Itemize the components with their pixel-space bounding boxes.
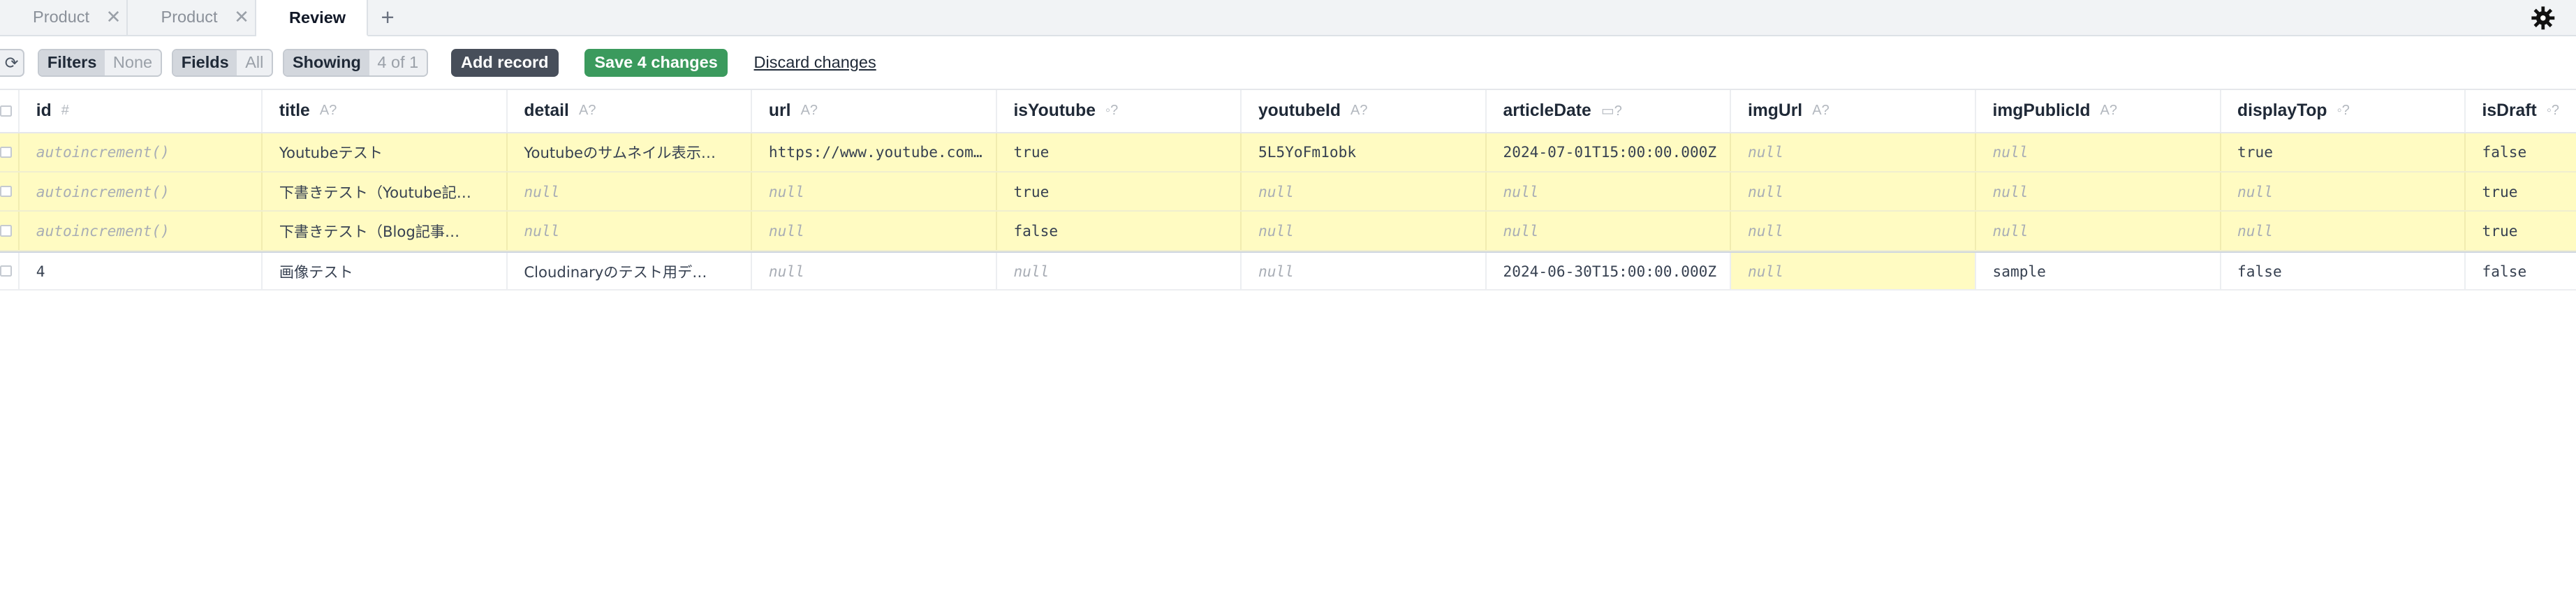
column-header-displaytop[interactable]: displayTop ◦? [2221, 90, 2466, 132]
column-header-url[interactable]: url A? [752, 90, 997, 132]
cell-isyoutube[interactable]: false [997, 212, 1242, 250]
prisma-studio-window: Product ✕ Product ✕ Review + ⟳ Filters N… [0, 0, 2576, 301]
cell-isdraft[interactable]: true [2466, 212, 2576, 249]
toolbar: ⟳ Filters None Fields All Showing 4 of 1… [0, 36, 2576, 91]
cell-title[interactable]: 下書きテスト（Youtube記… [263, 172, 508, 211]
cell-detail[interactable]: null [508, 172, 753, 211]
cell-articledate[interactable]: 2024-07-01T15:00:00.000Z [1487, 133, 1732, 171]
cell-articledate[interactable]: 2024-06-30T15:00:00.000Z [1487, 252, 1732, 290]
filters-label: Filters [39, 50, 105, 75]
cell-youtubeid[interactable]: null [1242, 252, 1487, 290]
column-header-id[interactable]: id # [20, 90, 263, 132]
table-row[interactable]: 4 画像テスト Cloudinaryのテスト用デ… null null null… [0, 251, 2576, 291]
column-header-youtubeid[interactable]: youtubeId A? [1242, 90, 1487, 132]
tab-label: Review [289, 8, 346, 27]
column-header-isdraft[interactable]: isDraft ◦? [2466, 90, 2576, 131]
refresh-icon[interactable]: ⟳ [0, 48, 25, 77]
add-record-button[interactable]: Add record [450, 48, 559, 77]
tab-review[interactable]: Review [256, 0, 368, 37]
table-row[interactable]: autoincrement() Youtubeテスト Youtubeのサムネイル… [0, 133, 2576, 172]
cell-imgurl[interactable]: null [1731, 252, 1976, 290]
cell-isyoutube[interactable]: true [997, 133, 1242, 171]
fields-label: Fields [173, 50, 237, 75]
column-header-isyoutube[interactable]: isYoutube ◦? [997, 90, 1242, 132]
cell-id[interactable]: autoincrement() [20, 133, 263, 171]
tab-bar: Product ✕ Product ✕ Review + [0, 0, 2576, 37]
column-header-title[interactable]: title A? [263, 90, 508, 132]
cell-youtubeid[interactable]: null [1242, 212, 1487, 250]
cell-youtubeid[interactable]: 5L5YoFm1obk [1242, 133, 1487, 171]
cell-url[interactable]: https://www.youtube.com… [752, 133, 997, 171]
fields-toggle[interactable]: Fields All [172, 48, 274, 77]
row-checkbox[interactable] [0, 252, 20, 290]
cell-imgurl[interactable]: null [1731, 212, 1976, 250]
save-changes-button[interactable]: Save 4 changes [584, 48, 728, 77]
cell-imgpublicid[interactable]: null [1976, 212, 2221, 250]
records-table: id # title A? detail A? url A? isYoutube ◦? y… [0, 90, 2576, 291]
cell-url[interactable]: null [752, 172, 997, 211]
column-header-detail[interactable]: detail A? [508, 90, 753, 132]
cell-displaytop[interactable]: null [2221, 172, 2466, 211]
tab-label: Product [161, 8, 218, 27]
discard-changes-link[interactable]: Discard changes [754, 53, 876, 72]
add-tab-button[interactable]: + [368, 0, 407, 35]
close-icon[interactable]: ✕ [106, 7, 122, 28]
cell-imgurl[interactable]: null [1731, 172, 1976, 211]
tab-label: Product [33, 8, 90, 27]
cell-url[interactable]: null [752, 252, 997, 290]
cell-imgurl[interactable]: null [1731, 133, 1976, 171]
cell-url[interactable]: null [752, 212, 997, 250]
cell-id[interactable]: autoincrement() [20, 212, 263, 250]
filters-toggle[interactable]: Filters None [38, 48, 162, 77]
tab-product-1[interactable]: Product ✕ [0, 0, 128, 35]
table-row[interactable]: autoincrement() 下書きテスト（Blog記事… null null… [0, 212, 2576, 251]
cell-isdraft[interactable]: false [2466, 133, 2576, 171]
cell-detail[interactable]: Cloudinaryのテスト用デ… [508, 252, 753, 290]
cell-detail[interactable]: Youtubeのサムネイル表示… [508, 133, 753, 171]
cell-imgpublicid[interactable]: null [1976, 133, 2221, 171]
cell-imgpublicid[interactable]: sample [1976, 252, 2221, 290]
cell-isyoutube[interactable]: true [997, 172, 1242, 211]
fields-value: All [237, 50, 272, 75]
row-checkbox[interactable] [0, 133, 20, 171]
cell-detail[interactable]: null [508, 212, 753, 250]
close-icon[interactable]: ✕ [234, 7, 249, 28]
cell-displaytop[interactable]: null [2221, 212, 2466, 250]
showing-label: Showing [284, 50, 369, 75]
column-header-imgpublicid[interactable]: imgPublicId A? [1976, 90, 2221, 132]
select-all-checkbox[interactable] [0, 90, 20, 132]
cell-articledate[interactable]: null [1487, 172, 1732, 211]
cell-id[interactable]: autoincrement() [20, 172, 263, 211]
cell-displaytop[interactable]: true [2221, 133, 2466, 171]
showing-value: 4 of 1 [369, 50, 427, 75]
cell-isdraft[interactable]: false [2466, 253, 2576, 289]
cell-isdraft[interactable]: true [2466, 172, 2576, 210]
column-header-imgurl[interactable]: imgUrl A? [1731, 90, 1976, 132]
cell-imgpublicid[interactable]: null [1976, 172, 2221, 211]
column-header-articledate[interactable]: articleDate ▭? [1487, 90, 1732, 132]
cell-displaytop[interactable]: false [2221, 252, 2466, 290]
showing-toggle[interactable]: Showing 4 of 1 [283, 48, 429, 77]
gear-icon[interactable] [2530, 5, 2556, 31]
row-checkbox[interactable] [0, 212, 20, 250]
cell-articledate[interactable]: null [1487, 212, 1732, 250]
cell-id[interactable]: 4 [20, 252, 263, 290]
cell-title[interactable]: 下書きテスト（Blog記事… [263, 212, 508, 250]
cell-youtubeid[interactable]: null [1242, 172, 1487, 211]
row-checkbox[interactable] [0, 172, 20, 211]
cell-title[interactable]: 画像テスト [263, 252, 508, 290]
table-header: id # title A? detail A? url A? isYoutube ◦? y… [0, 90, 2576, 133]
table-row[interactable]: autoincrement() 下書きテスト（Youtube記… null nu… [0, 172, 2576, 212]
cell-title[interactable]: Youtubeテスト [263, 133, 508, 171]
cell-isyoutube[interactable]: null [997, 252, 1242, 290]
tab-product-2[interactable]: Product ✕ [128, 0, 256, 35]
filters-value: None [105, 50, 161, 75]
